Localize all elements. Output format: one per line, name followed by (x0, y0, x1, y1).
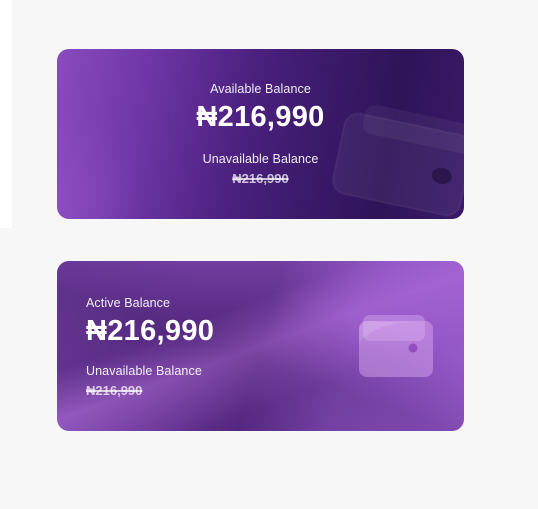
active-balance-amount: ₦216,990 (86, 315, 215, 347)
unavailable-balance-amount: ₦216,990 (86, 383, 143, 398)
panel-edge (0, 0, 12, 228)
active-balance-label: Active Balance (86, 296, 171, 310)
available-balance-label: Available Balance (210, 82, 311, 96)
available-balance-card[interactable]: Available Balance ₦216,990 Unavailable B… (57, 49, 464, 219)
unavailable-balance-label: Unavailable Balance (202, 152, 319, 166)
available-balance-amount: ₦216,990 (196, 101, 325, 133)
active-balance-card[interactable]: Active Balance ₦216,990 Unavailable Bala… (57, 261, 464, 431)
unavailable-balance-label: Unavailable Balance (86, 364, 202, 378)
wallet-icon (359, 315, 433, 377)
unavailable-balance-amount: ₦216,990 (232, 171, 289, 186)
